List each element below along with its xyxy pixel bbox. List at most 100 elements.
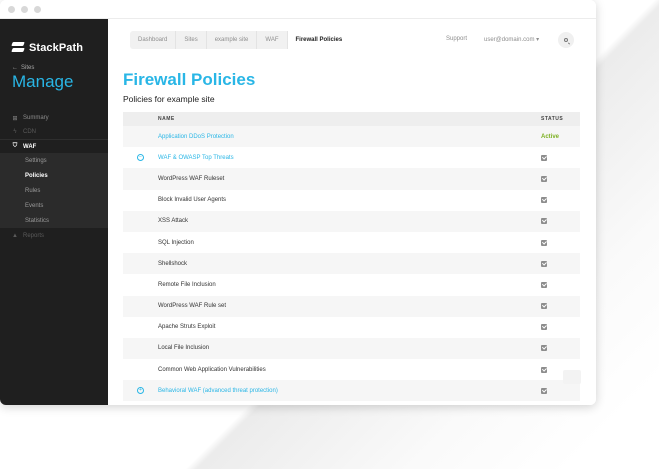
policies-table: NAME STATUS Application DDoS Protection A… [123, 112, 581, 402]
user-email: user@domain.com [484, 37, 535, 43]
user-menu[interactable]: user@domain.com ▾ [484, 36, 539, 43]
grid-icon: ⊞ [12, 115, 18, 122]
breadcrumb-current: Firewall Policies [286, 31, 351, 49]
sidebar-item-label: WAF [23, 143, 37, 150]
table-row[interactable]: − WAF & OWASP Top Threats [123, 147, 580, 168]
sidebar-subitem-statistics[interactable]: Statistics [0, 213, 108, 228]
sidebar-nav: ⊞ Summary ϟ CDN ⛉ WAF Settings Policies … [0, 111, 108, 243]
support-link[interactable]: Support [446, 36, 467, 42]
policy-name[interactable]: Behavioral WAF (advanced threat protecti… [158, 388, 278, 394]
checkbox-checked-icon [541, 366, 547, 373]
floating-chip [563, 370, 581, 384]
sidebar: StackPath ← Sites Manage ⊞ Summary ϟ CDN… [0, 19, 108, 405]
column-name-header: NAME [158, 116, 175, 122]
checkbox-checked-icon [541, 154, 547, 161]
collapse-icon[interactable]: − [137, 154, 144, 162]
policy-name: WordPress WAF Ruleset [158, 175, 225, 182]
back-to-sites[interactable]: ← Sites [0, 59, 108, 71]
policy-name: Local File Inclusion [158, 345, 210, 352]
breadcrumb-site[interactable]: example site [205, 31, 257, 49]
policy-name[interactable]: Application DDoS Protection [158, 134, 234, 140]
stackpath-logo-icon [12, 42, 24, 53]
minimize-dot[interactable] [21, 5, 28, 13]
checkbox-checked-icon [541, 324, 547, 331]
policy-name: WordPress WAF Rule set [158, 303, 227, 310]
checkbox-checked-icon [541, 345, 547, 352]
table-row[interactable]: SQL Injection [123, 232, 580, 253]
table-row[interactable]: WordPress WAF Rule set [123, 295, 580, 317]
status-checkbox[interactable] [541, 154, 547, 161]
close-dot[interactable] [8, 5, 15, 13]
status-checkbox[interactable] [541, 387, 547, 394]
table-row[interactable]: Apache Struts Exploit [123, 317, 580, 338]
breadcrumb-sites[interactable]: Sites [175, 31, 205, 49]
table-row[interactable]: Remote File Inclusion [123, 274, 580, 295]
table-row[interactable]: XSS Attack [123, 210, 580, 232]
sidebar-item-summary[interactable]: ⊞ Summary [0, 111, 108, 125]
status-checkbox[interactable] [541, 218, 547, 225]
expand-icon[interactable]: + [137, 387, 144, 395]
checkbox-checked-icon [541, 303, 547, 310]
breadcrumb: Dashboard Sites example site WAF Firewal… [130, 31, 351, 49]
sidebar-item-reports[interactable]: ▲ Reports [0, 229, 108, 243]
status-badge: Active [541, 133, 560, 140]
brand-logo[interactable]: StackPath [0, 19, 108, 59]
status-checkbox[interactable] [541, 324, 547, 331]
sidebar-subitem-events[interactable]: Events [0, 198, 108, 213]
sidebar-item-cdn[interactable]: ϟ CDN [0, 125, 108, 139]
main-content: Dashboard Sites example site WAF Firewal… [108, 19, 596, 405]
sidebar-subitem-rules[interactable]: Rules [0, 183, 108, 198]
policy-name: XSS Attack [158, 218, 189, 225]
policy-name[interactable]: WAF & OWASP Top Threats [158, 155, 234, 161]
sidebar-subitem-settings[interactable]: Settings [0, 153, 108, 168]
browser-window: StackPath ← Sites Manage ⊞ Summary ϟ CDN… [0, 0, 596, 405]
bolt-icon: ϟ [13, 129, 17, 135]
status-checkbox[interactable] [541, 175, 547, 182]
app: StackPath ← Sites Manage ⊞ Summary ϟ CDN… [0, 19, 596, 405]
sidebar-subitem-policies[interactable]: Policies [0, 168, 108, 183]
top-bar: Dashboard Sites example site WAF Firewal… [108, 19, 596, 59]
checkbox-checked-icon [541, 239, 547, 246]
table-row[interactable]: Common Web Application Vulnerabilities [123, 359, 580, 380]
breadcrumb-waf[interactable]: WAF [256, 31, 286, 49]
brand-name: StackPath [29, 41, 84, 54]
policy-name: Block Invalid User Agents [158, 197, 227, 204]
breadcrumb-dashboard[interactable]: Dashboard [130, 31, 175, 49]
waf-submenu: Settings Policies Rules Events Statistic… [0, 153, 108, 228]
zoom-dot[interactable] [34, 5, 41, 13]
status-checkbox[interactable] [541, 197, 547, 204]
sidebar-item-waf[interactable]: ⛉ WAF [0, 139, 108, 153]
table-header: NAME STATUS [123, 112, 580, 126]
search-button[interactable] [558, 32, 574, 48]
policy-name: Common Web Application Vulnerabilities [158, 366, 266, 373]
table-row[interactable]: + Behavioral WAF (advanced threat protect… [123, 380, 580, 402]
checkbox-checked-icon [541, 260, 547, 267]
checkbox-checked-icon [541, 387, 547, 394]
page-subtitle: Policies for example site [123, 94, 215, 104]
status-checkbox[interactable] [541, 366, 547, 373]
status-checkbox[interactable] [541, 239, 547, 246]
table-row[interactable]: Local File Inclusion [123, 337, 580, 360]
status-checkbox[interactable] [541, 281, 547, 288]
policy-name: Apache Struts Exploit [158, 324, 216, 331]
table-row[interactable]: Block Invalid User Agents [123, 190, 580, 211]
table-row[interactable]: Application DDoS Protection Active [123, 126, 580, 148]
table-row[interactable]: WordPress WAF Ruleset [123, 168, 580, 190]
page-title: Firewall Policies [123, 70, 256, 89]
checkbox-checked-icon [541, 175, 547, 182]
column-status-header: STATUS [541, 116, 564, 122]
window-titlebar [0, 0, 596, 19]
status-checkbox[interactable] [541, 345, 547, 352]
policy-name: Shellshock [158, 260, 188, 267]
shield-icon: ⛉ [12, 143, 18, 149]
sidebar-item-label: Reports [23, 233, 45, 239]
status-checkbox[interactable] [541, 260, 547, 267]
checkbox-checked-icon [541, 197, 547, 204]
section-title: Manage [12, 72, 74, 91]
table-row[interactable]: Shellshock [123, 253, 580, 275]
sidebar-item-label: CDN [23, 129, 36, 135]
status-checkbox[interactable] [541, 303, 547, 310]
chevron-down-icon: ▾ [536, 37, 540, 43]
sidebar-item-label: Summary [23, 115, 49, 121]
checkbox-checked-icon [541, 281, 547, 288]
